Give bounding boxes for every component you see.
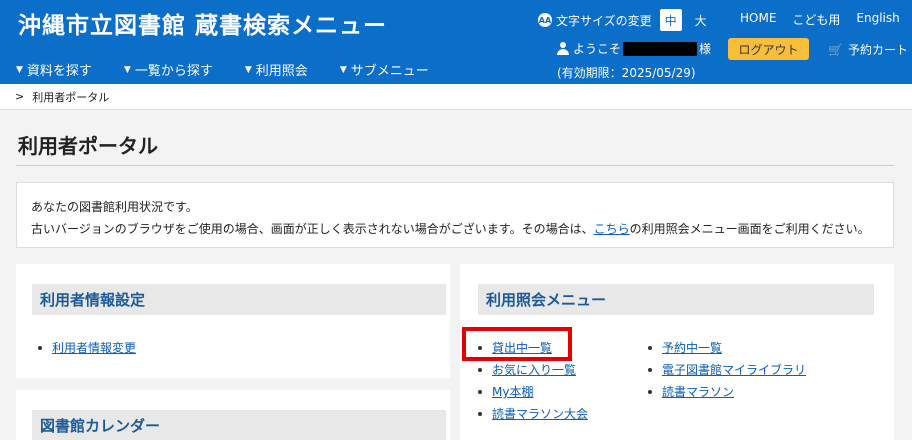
notice-text-pre: 古いバージョンのブラウザをご使用の場合、画面が正しく表示されない場合がございます… [31, 222, 594, 236]
notice-line-1: あなたの図書館利用状況です。 [31, 200, 198, 214]
welcome-message: ようこそ 様 [557, 40, 711, 57]
caret-down-icon: ▼ [123, 64, 131, 75]
nav-search-materials[interactable]: ▼ 資料を探す [16, 60, 92, 79]
user-info-change-link[interactable]: 利用者情報変更 [38, 339, 136, 356]
expiry-date: (有効期限：2025/05/29) [557, 66, 696, 80]
english-link[interactable]: English [856, 11, 899, 28]
nav-user-inquiry[interactable]: ▼ 利用照会 [245, 60, 308, 79]
welcome-prefix: ようこそ [573, 42, 622, 56]
font-size-label: 文字サイズの変更 [556, 13, 652, 28]
title-divider [16, 165, 894, 166]
caret-down-icon: ▼ [244, 64, 252, 75]
home-link[interactable]: HOME [740, 11, 776, 28]
user-settings-panel: 利用者情報設定 利用者情報変更 [16, 264, 450, 378]
link-label: 利用者情報変更 [52, 341, 137, 355]
redacted-user-name [623, 41, 698, 56]
link-label: 予約中一覧 [662, 341, 723, 355]
font-size-control: AA 文字サイズの変更 中 大 [538, 9, 712, 31]
nav-label: 利用照会 [255, 64, 308, 79]
reservations-list-link[interactable]: 予約中一覧 [648, 339, 722, 356]
notice-line-2: 古いバージョンのブラウザをご使用の場合、画面が正しく表示されない場合がございます… [31, 218, 893, 240]
breadcrumb-current: 利用者ポータル [32, 90, 110, 104]
bullet [478, 389, 482, 394]
nav-browse-lists[interactable]: ▼ 一覧から探す [124, 60, 213, 79]
loans-link-highlight-box [462, 327, 572, 361]
nav-submenu[interactable]: ▼ サブメニュー [340, 60, 429, 79]
link-label: 読書マラソン大会 [492, 407, 589, 421]
bullet [648, 367, 652, 372]
notice-text-post: の利用照会メニュー画面をご利用ください。 [629, 222, 870, 236]
e-library-my-library-link[interactable]: 電子図書館マイライブラリ [648, 361, 806, 378]
reading-marathon-link[interactable]: 読書マラソン [648, 383, 734, 400]
inquiry-menu-title: 利用照会メニュー [478, 284, 874, 315]
bullet [38, 345, 42, 350]
calendar-panel: 図書館カレンダー [16, 390, 450, 440]
font-size-medium-button[interactable]: 中 [659, 9, 682, 31]
welcome-suffix: 様 [699, 42, 712, 56]
cart-label: 予約カート [847, 43, 908, 57]
top-links: HOME こども用 English [740, 11, 900, 28]
bullet [478, 367, 482, 372]
cart-icon: 🛒 [828, 42, 843, 57]
favorites-list-link[interactable]: お気に入り一覧 [478, 361, 576, 378]
notice-box: あなたの図書館利用状況です。 古いバージョンのブラウザをご使用の場合、画面が正し… [16, 182, 894, 248]
bullet [648, 389, 652, 394]
link-label: 読書マラソン [662, 385, 735, 399]
breadcrumb-separator: > [15, 90, 25, 103]
nav-label: 一覧から探す [134, 64, 213, 79]
link-label: 電子図書館マイライブラリ [662, 363, 807, 377]
reading-marathon-contest-link[interactable]: 読書マラソン大会 [478, 405, 588, 422]
caret-down-icon: ▼ [16, 64, 23, 75]
my-bookshelf-link[interactable]: My本棚 [478, 383, 533, 400]
page-title: 利用者ポータル [18, 134, 158, 158]
main-nav: ▼ 資料を探す ▼ 一覧から探す ▼ 利用照会 ▼ サブメニュー [16, 60, 461, 79]
font-size-icon: AA [538, 13, 552, 27]
bullet [648, 345, 652, 350]
nav-label: 資料を探す [26, 64, 92, 79]
link-label: お気に入り一覧 [492, 363, 577, 377]
font-size-large-button[interactable]: 大 [690, 9, 712, 31]
kids-link[interactable]: こども用 [792, 11, 840, 28]
nav-label: サブメニュー [350, 64, 429, 79]
calendar-title: 図書館カレンダー [32, 410, 446, 440]
site-title[interactable]: 沖縄市立図書館 蔵書検索メニュー [18, 6, 387, 40]
breadcrumb: > 利用者ポータル [0, 84, 912, 110]
old-inquiry-menu-link[interactable]: こちら [594, 222, 630, 236]
logout-button[interactable]: ログアウト [728, 38, 809, 60]
bullet [478, 411, 482, 416]
reservation-cart-link[interactable]: 🛒 予約カート [828, 41, 908, 58]
user-icon [557, 42, 569, 55]
site-header: 沖縄市立図書館 蔵書検索メニュー ▼ 資料を探す ▼ 一覧から探す ▼ 利用照会 ▼ サ… [0, 0, 912, 84]
caret-down-icon: ▼ [339, 64, 347, 75]
link-label: My本棚 [492, 385, 534, 399]
user-settings-title: 利用者情報設定 [32, 284, 446, 315]
